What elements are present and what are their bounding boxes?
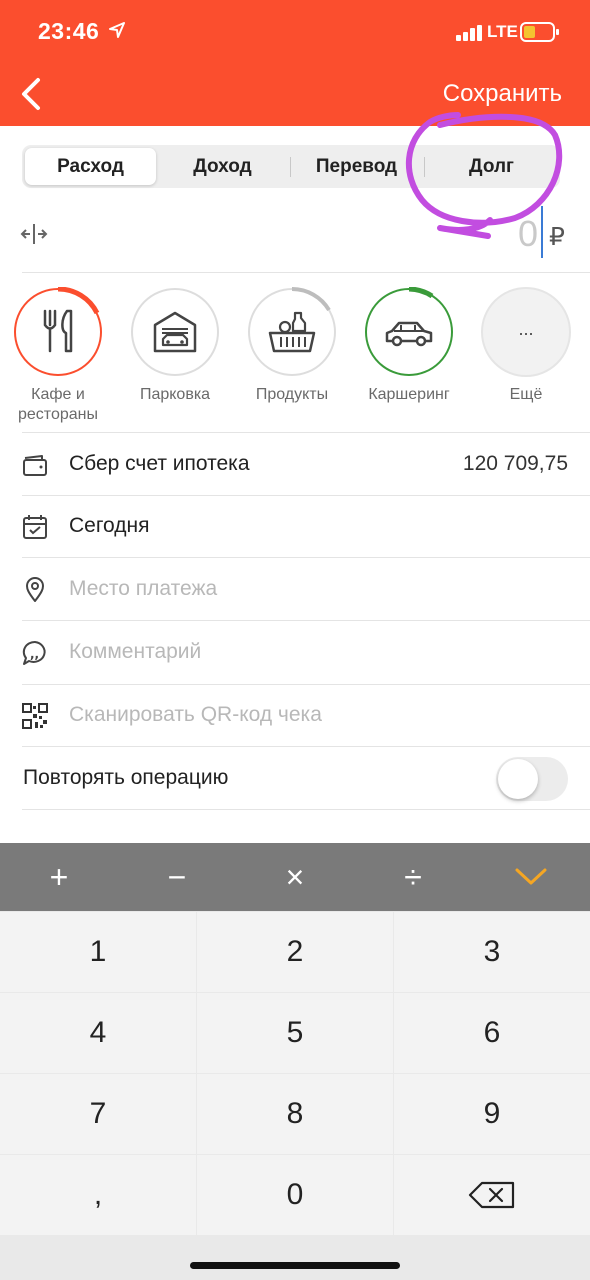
key-7[interactable]: 7: [0, 1074, 196, 1154]
category-carsharing[interactable]: Каршеринг: [354, 287, 464, 405]
garage-icon: [153, 311, 197, 353]
divider: [22, 557, 590, 558]
signal-bars-icon: [456, 25, 482, 41]
text-cursor: [541, 206, 543, 258]
operator-bar: + − × ÷: [0, 843, 590, 911]
category-cafe[interactable]: Кафе и рестораны: [3, 287, 113, 425]
home-indicator: [190, 1262, 400, 1269]
location-arrow-icon: [109, 22, 125, 38]
comment-input[interactable]: Комментарий: [69, 640, 201, 664]
chevron-down-icon: [515, 868, 547, 885]
multiply-button[interactable]: ×: [236, 843, 354, 911]
calendar-icon: [23, 515, 47, 539]
account-balance: 120 709,75: [462, 452, 568, 475]
repeat-label: Повторять операцию: [23, 766, 229, 789]
key-8[interactable]: 8: [197, 1074, 393, 1154]
category-label: Продукты: [255, 386, 329, 403]
back-button[interactable]: [14, 74, 54, 114]
divider: [22, 432, 590, 433]
divider: [22, 746, 590, 747]
svg-text:,,: ,,: [30, 647, 39, 661]
place-row[interactable]: Место платежа: [0, 559, 590, 621]
qr-scan-label: Сканировать QR-код чека: [69, 703, 322, 726]
category-label: Каршеринг: [368, 386, 450, 403]
amount-input[interactable]: 0: [518, 213, 538, 255]
key-comma[interactable]: ,: [0, 1155, 196, 1235]
car-icon: [385, 321, 433, 347]
confirm-button[interactable]: [472, 843, 590, 911]
key-3[interactable]: 3: [394, 912, 590, 992]
divider: [22, 272, 590, 273]
location-pin-icon: [26, 577, 44, 602]
date-row[interactable]: Сегодня: [0, 496, 590, 558]
battery-low-icon: [520, 22, 559, 42]
divide-button[interactable]: ÷: [354, 843, 472, 911]
qr-code-icon: [22, 703, 48, 729]
save-button[interactable]: Сохранить: [443, 80, 562, 108]
key-0[interactable]: 0: [197, 1155, 393, 1235]
repeat-toggle[interactable]: [496, 757, 568, 801]
tab-expense[interactable]: Расход: [25, 148, 156, 185]
network-label: LTE: [487, 22, 518, 41]
category-more[interactable]: ... Ещё: [471, 287, 581, 405]
place-input[interactable]: Место платежа: [69, 577, 217, 601]
category-label: Парковка: [139, 386, 211, 403]
account-row[interactable]: Сбер счет ипотека 120 709,75: [0, 434, 590, 496]
chevron-left-icon: [22, 78, 40, 110]
category-label: Ещё: [509, 386, 543, 403]
qr-scan-row[interactable]: Сканировать QR-код чека: [0, 685, 590, 747]
backspace-icon: [468, 1181, 515, 1209]
key-5[interactable]: 5: [197, 993, 393, 1073]
key-2[interactable]: 2: [197, 912, 393, 992]
key-9[interactable]: 9: [394, 1074, 590, 1154]
wallet-icon: [23, 455, 47, 476]
more-dots-icon: ...: [518, 319, 534, 339]
backspace-key[interactable]: [394, 1155, 590, 1235]
key-1[interactable]: 1: [0, 912, 196, 992]
comment-row[interactable]: ,, Комментарий: [0, 622, 590, 684]
category-parking[interactable]: Парковка: [120, 287, 230, 405]
date-value: Сегодня: [69, 514, 150, 537]
divider: [22, 620, 590, 621]
key-4[interactable]: 4: [0, 993, 196, 1073]
toggle-knob: [498, 759, 538, 799]
status-time: 23:46: [38, 18, 100, 44]
numeric-keypad: 1 2 3 4 5 6 7 8 9 , 0: [0, 911, 590, 1280]
divider: [22, 809, 590, 810]
currency-symbol: ₽: [549, 223, 565, 251]
minus-button[interactable]: −: [118, 843, 236, 911]
category-label: Кафе и рестораны: [18, 386, 98, 423]
account-name: Сбер счет ипотека: [69, 452, 250, 475]
swap-horizontal-icon[interactable]: [20, 222, 48, 246]
plus-button[interactable]: +: [0, 843, 118, 911]
tab-income[interactable]: Доход: [157, 148, 288, 185]
category-groceries[interactable]: Продукты: [237, 287, 347, 405]
fork-knife-icon: [43, 309, 73, 353]
speech-bubble-icon: ,,: [22, 640, 46, 665]
grocery-basket-icon: [268, 311, 316, 353]
status-bar: 23:46 LTE: [0, 0, 590, 62]
key-6[interactable]: 6: [394, 993, 590, 1073]
